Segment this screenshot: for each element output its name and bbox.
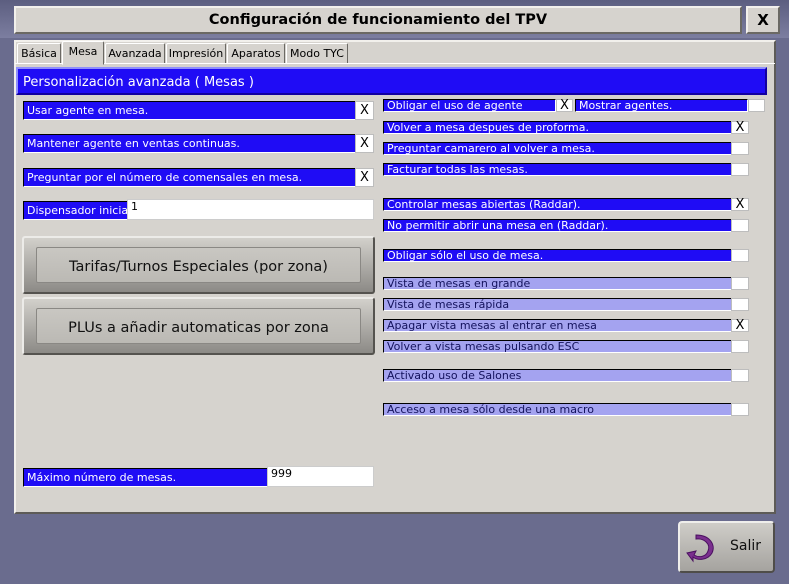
option-controlar-raddar-checkbox[interactable]: X: [731, 198, 749, 211]
option-usar-agente-checkbox[interactable]: X: [355, 101, 374, 120]
option-vista-rapida-checkbox[interactable]: [731, 298, 749, 311]
option-apagar-vista-checkbox[interactable]: X: [731, 319, 749, 332]
option-mantener-agente-checkbox[interactable]: X: [355, 134, 374, 153]
option-comensales-checkbox[interactable]: X: [355, 168, 374, 187]
option-facturar-todas-label: Facturar todas las mesas.: [383, 163, 732, 176]
option-volver-esc-checkbox[interactable]: [731, 340, 749, 353]
option-volver-esc-label: Volver a vista mesas pulsando ESC: [383, 340, 732, 353]
dispensador-input[interactable]: 1: [127, 199, 374, 220]
tab-basica[interactable]: Básica: [17, 43, 61, 63]
option-salones-checkbox[interactable]: [731, 369, 749, 382]
option-controlar-raddar-label: Controlar mesas abiertas (Raddar).: [383, 198, 732, 211]
tab-aparatos[interactable]: Aparatos: [227, 43, 285, 63]
plus-automaticas-button[interactable]: PLUs a añadir automaticas por zona: [22, 297, 375, 355]
max-mesas-label: Máximo número de mesas.: [23, 468, 269, 487]
option-mantener-agente-label: Mantener agente en ventas continuas.: [23, 134, 356, 153]
tarifas-turnos-button[interactable]: Tarifas/Turnos Especiales (por zona): [22, 236, 375, 294]
plus-automaticas-label: PLUs a añadir automaticas por zona: [36, 308, 361, 344]
option-volver-proforma-label: Volver a mesa despues de proforma.: [383, 121, 732, 134]
option-volver-proforma-checkbox[interactable]: X: [731, 121, 749, 134]
option-preguntar-camarero-checkbox[interactable]: [731, 142, 749, 155]
exit-arrow-icon: [686, 534, 714, 563]
option-facturar-todas-checkbox[interactable]: [731, 163, 749, 176]
option-apagar-vista-label: Apagar vista mesas al entrar en mesa: [383, 319, 732, 332]
window-title: Configuración de funcionamiento del TPV: [14, 6, 742, 34]
option-vista-grande-checkbox[interactable]: [731, 277, 749, 290]
option-acceso-macro-label: Acceso a mesa sólo desde una macro: [383, 403, 732, 416]
option-obligar-mesa-label: Obligar sólo el uso de mesa.: [383, 249, 732, 262]
option-salones-label: Activado uso de Salones: [383, 369, 732, 382]
section-header: Personalización avanzada ( Mesas ): [16, 67, 767, 95]
option-mostrar-agentes-label: Mostrar agentes.: [575, 99, 748, 112]
tarifas-turnos-label: Tarifas/Turnos Especiales (por zona): [36, 247, 361, 283]
tab-avanzada[interactable]: Avanzada: [105, 43, 165, 63]
dispensador-label: Dispensador inicial.: [23, 201, 128, 220]
tab-mesa[interactable]: Mesa: [62, 41, 104, 65]
tab-modo-tyc[interactable]: Modo TYC: [286, 43, 348, 63]
option-no-permitir-raddar-checkbox[interactable]: [731, 219, 749, 232]
option-vista-rapida-label: Vista de mesas rápida: [383, 298, 732, 311]
tab-impresion[interactable]: Impresión: [166, 43, 226, 63]
salir-button[interactable]: Salir: [678, 521, 775, 573]
option-obligar-mesa-checkbox[interactable]: [731, 249, 749, 262]
option-vista-grande-label: Vista de mesas en grande: [383, 277, 732, 290]
option-usar-agente-label: Usar agente en mesa.: [23, 101, 356, 120]
option-obligar-agente-label: Obligar el uso de agente: [383, 99, 556, 112]
salir-label: Salir: [730, 538, 762, 554]
option-mostrar-agentes-checkbox[interactable]: [748, 99, 765, 112]
max-mesas-input[interactable]: 999: [267, 466, 374, 487]
option-acceso-macro-checkbox[interactable]: [731, 403, 749, 416]
close-button[interactable]: X: [746, 6, 780, 34]
option-obligar-agente-checkbox[interactable]: X: [556, 99, 573, 112]
tab-divider: [15, 63, 775, 64]
option-preguntar-camarero-label: Preguntar camarero al volver a mesa.: [383, 142, 732, 155]
option-comensales-label: Preguntar por el número de comensales en…: [23, 168, 356, 187]
option-no-permitir-raddar-label: No permitir abrir una mesa en (Raddar).: [383, 219, 732, 232]
